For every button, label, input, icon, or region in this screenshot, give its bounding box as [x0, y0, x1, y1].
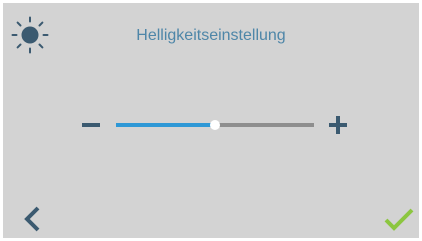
brightness-slider[interactable] — [116, 117, 314, 133]
brightness-settings-screen: Helligkeitseinstellung — [3, 3, 419, 238]
page-title: Helligkeitseinstellung — [136, 27, 286, 44]
decrease-brightness-button[interactable] — [79, 113, 103, 137]
back-button[interactable] — [21, 205, 45, 233]
slider-thumb[interactable] — [210, 120, 220, 130]
chevron-left-icon — [24, 206, 40, 232]
checkmark-icon — [384, 208, 414, 231]
increase-brightness-button[interactable] — [326, 113, 350, 137]
confirm-button[interactable] — [383, 207, 415, 233]
slider-fill — [116, 123, 215, 127]
